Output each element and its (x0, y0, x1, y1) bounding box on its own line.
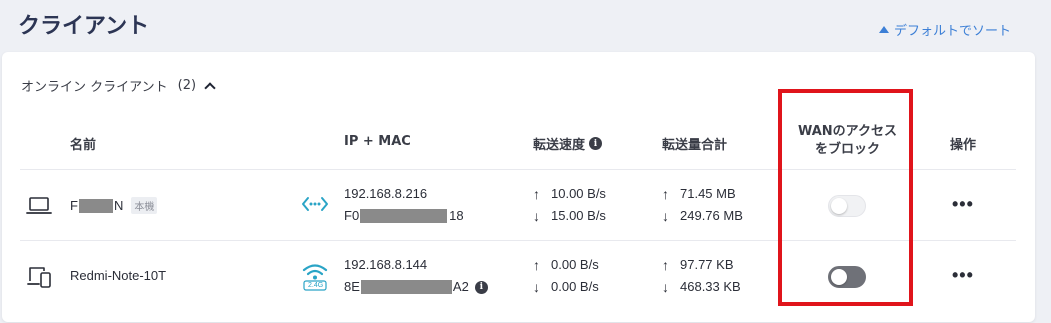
section-title: オンライン クライアント (21, 80, 168, 95)
total-cell: ↑ 97.77 KB ↓ 468.33 KB (662, 254, 741, 298)
mac-start: F0 (344, 208, 360, 223)
phone-device-icon (26, 265, 54, 294)
redacted-mac (360, 209, 448, 223)
device-name: F N 本機 (70, 197, 158, 214)
info-icon[interactable]: i (589, 137, 603, 150)
device-name: Redmi-Note-10T (70, 268, 167, 283)
band-label: 2.4G (308, 282, 324, 289)
sort-triangle-icon (878, 25, 889, 33)
redacted-mac (360, 280, 452, 294)
ip-address: 192.168.8.216 (344, 186, 428, 201)
total-cell: ↑ 71.45 MB ↓ 249.76 MB (662, 183, 743, 227)
mac-end: A2 (452, 279, 469, 294)
toggle-knob (831, 198, 847, 214)
upload-total: 97.77 KB (680, 257, 734, 272)
wan-block-toggle[interactable] (828, 195, 866, 217)
upload-speed: 10.00 B/s (551, 186, 606, 201)
down-arrow-icon: ↓ (533, 208, 540, 224)
sort-default-link[interactable]: デフォルトでソート (878, 20, 1011, 39)
local-device-tag: 本機 (131, 197, 158, 214)
download-speed: 15.00 B/s (551, 208, 606, 223)
redacted-name (78, 198, 113, 213)
ip-mac-cell: 192.168.8.144 8E A2 i (344, 254, 488, 298)
mac-end: 18 (449, 208, 464, 223)
mac-start: 8E (344, 279, 360, 294)
down-arrow-icon: ↓ (662, 279, 669, 295)
down-arrow-icon: ↓ (533, 279, 540, 295)
more-actions-button[interactable]: ••• (952, 265, 974, 286)
header-wan-block-line2: をブロック (814, 142, 880, 157)
header-actions: 操作 (950, 138, 977, 153)
device-name-start: F (70, 198, 78, 213)
header-speed: 転送速度 i (533, 134, 603, 153)
table-row: Redmi-Note-10T 2.4G 192.168.8.144 8E A2 … (2, 241, 1035, 311)
speed-cell: ↑ 10.00 B/s ↓ 15.00 B/s (533, 183, 606, 227)
header-wan-block: WANのアクセス をブロック (784, 123, 911, 159)
clients-card: オンライン クライアント (2) 名前 IP + MAC 転送速度 i 転送量合… (2, 52, 1035, 322)
download-total: 468.33 KB (680, 279, 741, 294)
wan-block-toggle[interactable] (828, 266, 866, 288)
ip-mac-cell: 192.168.8.216 F0 18 (344, 183, 464, 227)
header-wan-block-line1: WANのアクセス (797, 124, 898, 139)
download-speed: 0.00 B/s (551, 279, 599, 294)
section-count: (2) (177, 78, 197, 93)
down-arrow-icon: ↓ (662, 208, 669, 224)
up-arrow-icon: ↑ (533, 186, 540, 202)
chevron-up-icon (204, 81, 216, 94)
speed-cell: ↑ 0.00 B/s ↓ 0.00 B/s (533, 254, 599, 298)
wifi-2.4g-icon: 2.4G (300, 261, 330, 296)
up-arrow-icon: ↑ (662, 257, 669, 273)
wired-connection-icon (300, 194, 330, 219)
header-ip-mac: IP + MAC (344, 134, 411, 149)
header-total: 転送量合計 (662, 138, 728, 153)
page-title: クライアント (18, 14, 150, 39)
sort-label: デフォルトでソート (893, 23, 1011, 38)
up-arrow-icon: ↑ (533, 257, 540, 273)
upload-speed: 0.00 B/s (551, 257, 599, 272)
info-icon[interactable]: i (474, 280, 488, 294)
toggle-knob (831, 269, 847, 285)
download-total: 249.76 MB (680, 208, 743, 223)
more-actions-button[interactable]: ••• (952, 194, 974, 215)
ip-address: 192.168.8.144 (344, 257, 428, 272)
upload-total: 71.45 MB (680, 186, 736, 201)
header-speed-label: 転送速度 (533, 138, 586, 153)
online-clients-toggle[interactable]: オンライン クライアント (2) (21, 76, 216, 95)
laptop-icon (26, 195, 52, 222)
up-arrow-icon: ↑ (662, 186, 669, 202)
device-name-end: N (113, 198, 124, 213)
header-name: 名前 (70, 138, 97, 153)
table-row: F N 本機 192.168.8.216 F0 18 ↑ 10.00 B/s ↓… (2, 170, 1035, 240)
